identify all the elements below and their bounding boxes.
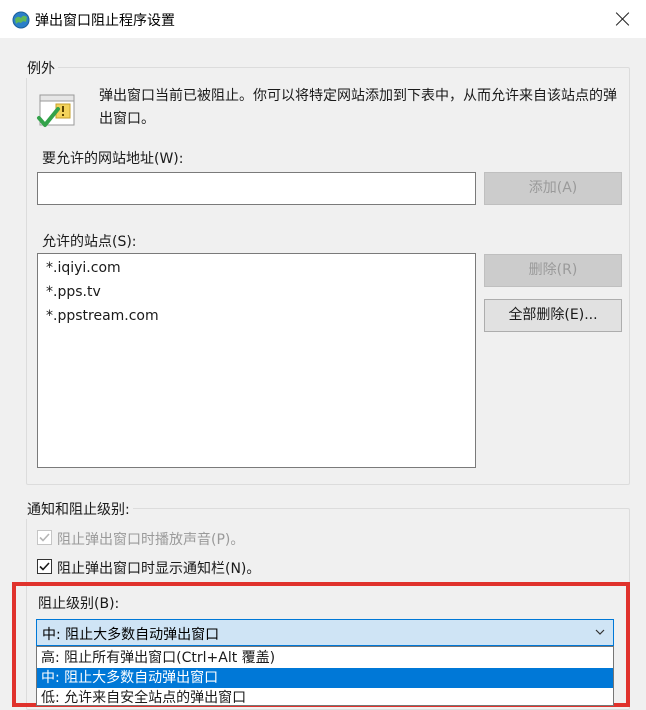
dropdown-option-medium[interactable]: 中: 阻止大多数自动弹出窗口 (37, 668, 613, 688)
dropdown-option-low[interactable]: 低: 允许来自安全站点的弹出窗口 (37, 688, 613, 705)
notification-bar-checkbox-label: 阻止弹出窗口时显示通知栏(N)。 (57, 561, 261, 577)
notifications-legend: 通知和阻止级别: (24, 499, 133, 519)
sound-checkbox-label: 阻止弹出窗口时播放声音(P)。 (57, 532, 245, 548)
dropdown-option-high[interactable]: 高: 阻止所有弹出窗口(Ctrl+Alt 覆盖) (37, 648, 613, 668)
window-title: 弹出窗口阻止程序设置 (35, 13, 175, 29)
block-level-dropdown[interactable]: 高: 阻止所有弹出窗口(Ctrl+Alt 覆盖) 中: 阻止大多数自动弹出窗口 … (36, 646, 614, 706)
shield-check-icon (37, 94, 75, 127)
block-level-label: 阻止级别(B): (38, 596, 120, 612)
add-button[interactable]: 添加(A) (484, 172, 622, 205)
remove-all-button[interactable]: 全部删除(E)... (484, 299, 622, 332)
title-bar: 弹出窗口阻止程序设置 (0, 0, 646, 38)
allowed-sites-label: 允许的站点(S): (42, 234, 137, 250)
address-input[interactable] (37, 172, 476, 205)
notification-bar-checkbox[interactable] (37, 559, 52, 574)
sound-checkbox[interactable] (37, 530, 52, 545)
close-button[interactable] (599, 0, 646, 38)
checkmark-icon (39, 533, 50, 542)
ie-globe-icon (12, 11, 30, 29)
chevron-down-icon (595, 629, 605, 635)
checkmark-icon (39, 562, 50, 571)
address-label: 要允许的网站地址(W): (42, 151, 184, 167)
allowed-sites-list[interactable]: *.iqiyi.com *.pps.tv *.ppstream.com (37, 253, 476, 468)
block-level-select[interactable]: 中: 阻止大多数自动弹出窗口 (36, 619, 614, 646)
remove-button[interactable]: 删除(R) (484, 254, 622, 287)
list-item[interactable]: *.pps.tv (46, 284, 101, 300)
block-level-value: 中: 阻止大多数自动弹出窗口 (42, 627, 220, 643)
exceptions-legend: 例外 (24, 58, 58, 78)
exceptions-description: 弹出窗口当前已被阻止。你可以将特定网站添加到下表中，从而允许来自该站点的弹出窗口… (99, 88, 617, 127)
list-item[interactable]: *.ppstream.com (46, 308, 159, 324)
list-item[interactable]: *.iqiyi.com (46, 260, 121, 276)
